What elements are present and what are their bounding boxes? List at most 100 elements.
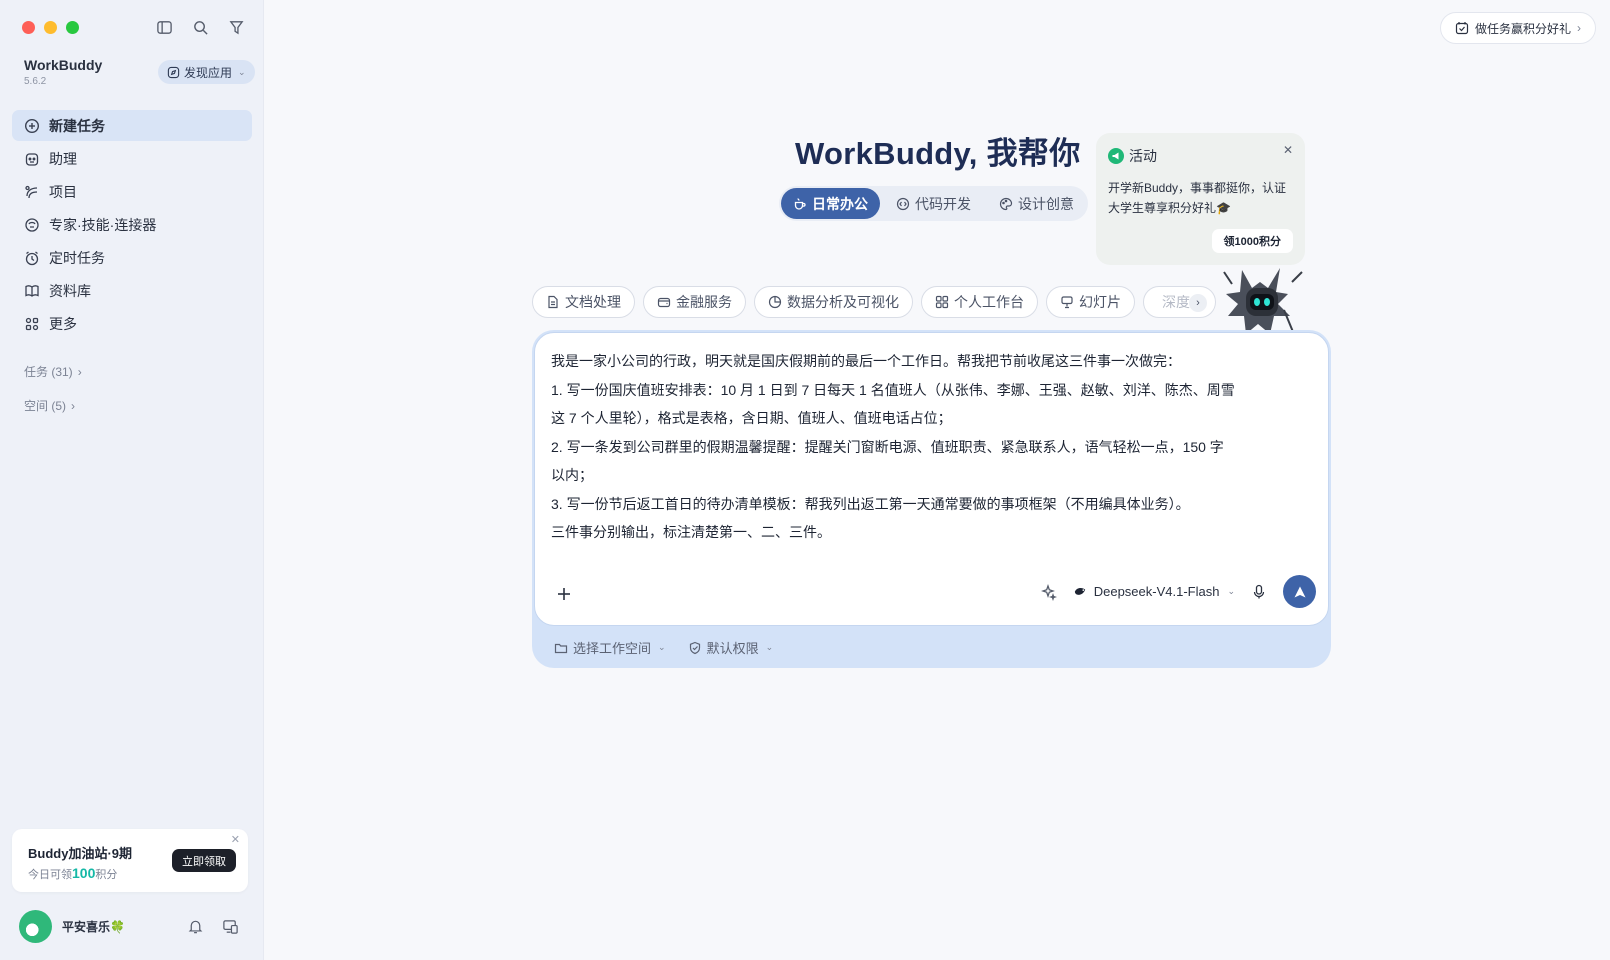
tab-code-dev[interactable]: 代码开发 xyxy=(884,188,983,219)
nav-item-library[interactable]: 资料库 xyxy=(12,275,252,306)
chip-label: 深度 xyxy=(1162,294,1190,310)
prompt-line: 以内； xyxy=(551,467,593,483)
spaces-group-label: 空间 (5) xyxy=(24,399,67,413)
tasks-group-toggle[interactable]: 任务 (31) › xyxy=(24,363,82,380)
pie-chart-icon xyxy=(768,295,782,309)
workspace-selector[interactable]: 选择工作空间 ⌄ xyxy=(554,638,666,657)
mode-tabs: 日常办公 代码开发 设计创意 xyxy=(779,186,1088,221)
grid-icon xyxy=(935,295,949,309)
chip-data-analysis[interactable]: 数据分析及可视化 xyxy=(754,286,913,318)
palette-icon xyxy=(999,197,1013,210)
promo-sub-prefix: 今日可领 xyxy=(28,869,72,881)
toggle-sidebar-icon[interactable] xyxy=(155,18,173,36)
prompt-line: 3. 写一份节后返工首日的待办清单模板：帮我列出返工第一天通常要做的事项框架（不… xyxy=(551,495,1190,512)
megaphone-icon xyxy=(1108,148,1124,164)
tab-label: 代码开发 xyxy=(915,195,971,212)
user-profile[interactable]: 平安喜乐🍀 xyxy=(19,910,125,943)
chip-label: 金融服务 xyxy=(676,294,732,310)
close-icon[interactable]: ✕ xyxy=(231,833,240,846)
scroll-right-icon[interactable]: › xyxy=(1189,294,1207,312)
minimize-window-button[interactable] xyxy=(44,21,57,34)
chip-slides[interactable]: 幻灯片 xyxy=(1046,286,1135,318)
close-icon[interactable]: ✕ xyxy=(1283,143,1293,157)
claim-now-button[interactable]: 立即领取 xyxy=(172,849,236,872)
nav-item-label: 新建任务 xyxy=(49,117,105,134)
composer-container: 我是一家小公司的行政，明天就是国庆假期前的最后一个工作日。帮我把节前收尾这三件事… xyxy=(532,330,1331,668)
prompt-line: 我是一家小公司的行政，明天就是国庆假期前的最后一个工作日。帮我把节前收尾这三件事… xyxy=(551,353,1181,369)
shield-check-icon xyxy=(689,641,700,654)
chip-label: 幻灯片 xyxy=(1079,294,1121,310)
nav-item-label: 助理 xyxy=(49,150,77,167)
calendar-check-icon xyxy=(1455,22,1469,35)
prompt-line: 这 7 个人里轮），格式是表格，含日期、值班人、值班电话占位； xyxy=(551,410,952,426)
expert-icon xyxy=(25,217,39,232)
category-chips: 文档处理 金融服务 数据分析及可视化 个人工作台 幻灯片 深度 › xyxy=(532,286,1216,318)
tasks-group-label: 任务 (31) xyxy=(24,365,73,379)
add-attachment-icon[interactable] xyxy=(555,585,573,603)
tab-daily-office[interactable]: 日常办公 xyxy=(781,188,880,219)
discover-apps-button[interactable]: 发现应用 ⌄ xyxy=(158,60,255,84)
sparkle-icon[interactable] xyxy=(1039,583,1057,601)
sidebar-toolbar xyxy=(155,18,245,36)
workspace-label: 选择工作空间 xyxy=(573,641,652,656)
code-icon xyxy=(896,197,910,210)
send-button[interactable] xyxy=(1283,575,1316,608)
promo-points: 100 xyxy=(72,865,96,881)
chip-deep-research[interactable]: 深度 › xyxy=(1143,286,1216,318)
nav-item-scheduled-tasks[interactable]: 定时任务 xyxy=(12,242,252,273)
chip-label: 数据分析及可视化 xyxy=(787,294,899,310)
activity-card: 活动 ✕ 开学新Buddy，事事都挺你，认证大学生尊享积分好礼🎓 领1000积分 xyxy=(1096,133,1305,265)
chevron-down-icon: ⌄ xyxy=(658,642,666,652)
bell-icon[interactable] xyxy=(187,918,204,935)
prompt-composer[interactable]: 我是一家小公司的行政，明天就是国庆假期前的最后一个工作日。帮我把节前收尾这三件事… xyxy=(534,332,1329,626)
search-icon[interactable] xyxy=(191,18,209,36)
avatar[interactable] xyxy=(19,910,52,943)
activity-body: 开学新Buddy，事事都挺你，认证大学生尊享积分好礼🎓 xyxy=(1108,181,1287,215)
composer-footer: 选择工作空间 ⌄ 默认权限 ⌄ xyxy=(554,638,773,657)
devices-icon[interactable] xyxy=(222,918,239,935)
chip-personal-workspace[interactable]: 个人工作台 xyxy=(921,286,1038,318)
model-name: Deepseek-V4.1-Flash xyxy=(1093,584,1220,599)
composer-actions: Deepseek-V4.1-Flash ⌄ xyxy=(1039,575,1316,608)
chip-finance[interactable]: 金融服务 xyxy=(643,286,746,318)
assistant-icon xyxy=(25,152,39,166)
nav-item-label: 定时任务 xyxy=(49,249,105,266)
permission-label: 默认权限 xyxy=(706,641,759,656)
nav-item-label: 项目 xyxy=(49,183,77,200)
prompt-input[interactable]: 我是一家小公司的行政，明天就是国庆假期前的最后一个工作日。帮我把节前收尾这三件事… xyxy=(551,347,1291,547)
microphone-icon[interactable] xyxy=(1251,584,1267,600)
promo-card: Buddy加油站·9期 今日可领100积分 立即领取 ✕ xyxy=(12,829,248,892)
chevron-down-icon: ⌄ xyxy=(765,642,774,652)
chip-doc-processing[interactable]: 文档处理 xyxy=(532,286,635,318)
tab-design[interactable]: 设计创意 xyxy=(987,188,1086,219)
nav-item-new-task[interactable]: 新建任务 xyxy=(12,110,252,141)
nav-item-label: 更多 xyxy=(49,315,77,332)
close-window-button[interactable] xyxy=(22,21,35,34)
alarm-clock-icon xyxy=(25,250,39,265)
user-name: 平安喜乐🍀 xyxy=(62,920,125,934)
activity-header: 活动 xyxy=(1108,146,1293,166)
task-rewards-button[interactable]: 做任务赢积分好礼 › xyxy=(1439,12,1596,44)
nav-item-assistant[interactable]: 助理 xyxy=(12,143,252,174)
deepseek-logo-icon xyxy=(1074,587,1085,595)
model-selector[interactable]: Deepseek-V4.1-Flash ⌄ xyxy=(1073,584,1235,599)
folder-icon xyxy=(554,643,568,653)
page-title: WorkBuddy, 我帮你 xyxy=(795,136,1081,171)
filter-icon[interactable] xyxy=(227,18,245,36)
promo-sub-suffix: 积分 xyxy=(95,869,118,881)
nav-item-experts[interactable]: 专家·技能·连接器 xyxy=(12,209,252,240)
tab-label: 设计创意 xyxy=(1018,195,1074,212)
permission-selector[interactable]: 默认权限 ⌄ xyxy=(688,638,774,657)
chevron-right-icon: › xyxy=(1577,21,1581,35)
maximize-window-button[interactable] xyxy=(66,21,79,34)
nav-item-projects[interactable]: 项目 xyxy=(12,176,252,207)
window-controls xyxy=(22,21,79,34)
nav-item-more[interactable]: 更多 xyxy=(12,308,252,339)
grid-more-icon xyxy=(25,317,39,330)
spaces-group-toggle[interactable]: 空间 (5) › xyxy=(24,397,75,414)
send-arrow-icon xyxy=(1294,586,1305,597)
task-rewards-label: 做任务赢积分好礼 xyxy=(1474,21,1571,36)
app-version: 5.6.2 xyxy=(24,76,47,87)
book-icon xyxy=(25,284,39,297)
claim-points-button[interactable]: 领1000积分 xyxy=(1211,229,1293,253)
